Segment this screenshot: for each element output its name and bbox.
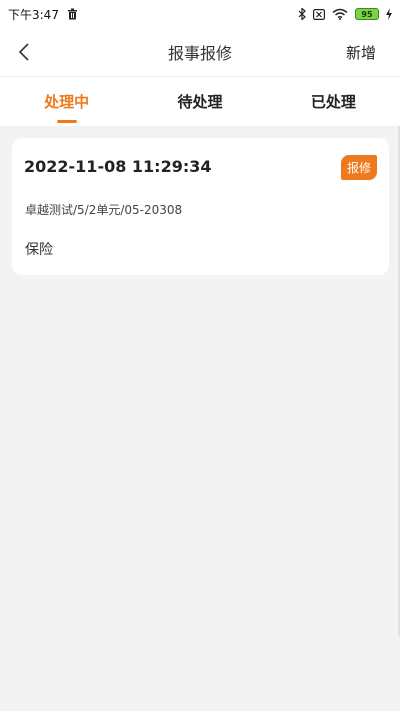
back-button[interactable] <box>12 40 36 64</box>
add-button[interactable]: 新增 <box>346 42 376 63</box>
tab-processing[interactable]: 处理中 <box>0 77 133 126</box>
record-list: 2022-11-08 11:29:34 报修 卓越测试/5/2单元/05-203… <box>0 126 400 711</box>
sim-x-icon <box>313 8 325 20</box>
battery-icon: 95 <box>355 8 379 20</box>
tab-label: 待处理 <box>177 93 223 111</box>
page-title: 报事报修 <box>167 44 232 63</box>
record-type: 保险 <box>25 242 53 258</box>
status-left: 下午3:47 <box>8 6 78 23</box>
tab-indicator <box>56 120 77 123</box>
record-card[interactable]: 2022-11-08 11:29:34 报修 卓越测试/5/2单元/05-203… <box>12 138 389 275</box>
status-right: 95 <box>298 8 392 20</box>
record-address: 卓越测试/5/2单元/05-20308 <box>25 203 183 217</box>
tab-bar: 处理中 待处理 已处理 <box>0 76 400 126</box>
record-tag-badge: 报修 <box>340 155 377 180</box>
status-time: 下午3:47 <box>8 7 59 22</box>
wifi-icon <box>332 8 348 20</box>
charging-icon <box>386 8 392 20</box>
nav-bar: 报事报修 新增 <box>0 28 400 76</box>
tab-processed[interactable]: 已处理 <box>267 77 400 126</box>
tab-label: 处理中 <box>44 93 90 111</box>
record-time: 2022-11-08 11:29:34 <box>24 157 212 176</box>
status-bar: 下午3:47 95 <box>0 0 400 28</box>
tab-pending[interactable]: 待处理 <box>133 77 266 126</box>
trash-icon <box>67 8 78 20</box>
bluetooth-icon <box>298 8 306 20</box>
tab-label: 已处理 <box>310 93 356 111</box>
chevron-left-icon <box>18 42 30 62</box>
